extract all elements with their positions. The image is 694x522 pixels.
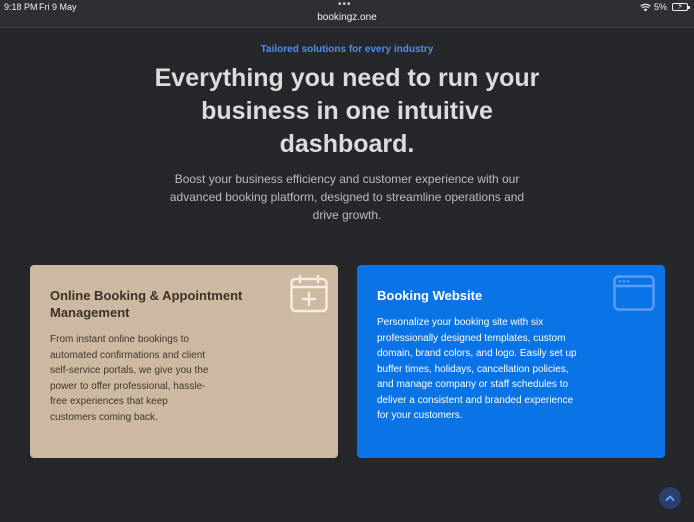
feature-card-title: Booking Website bbox=[377, 288, 483, 303]
address-bar-url[interactable]: bookingz.one bbox=[0, 12, 694, 23]
feature-card-body: Personalize your booking site with six p… bbox=[377, 317, 577, 421]
status-time: 9:18 PM bbox=[4, 2, 38, 12]
status-date: Fri 9 May bbox=[39, 2, 77, 12]
hero-headline: Everything you need to run your business… bbox=[154, 64, 540, 158]
scroll-to-top-button[interactable] bbox=[659, 487, 681, 509]
battery-percent: 5% bbox=[653, 2, 667, 12]
hero-eyebrow: Tailored solutions for every industry bbox=[260, 44, 434, 55]
status-indicators: 5% ⚡ bbox=[640, 1, 690, 12]
browser-window-icon bbox=[613, 275, 655, 311]
feature-card-title: Online Booking & Appointment Management bbox=[50, 288, 243, 320]
feature-card-body: From instant online bookings to automate… bbox=[50, 334, 209, 423]
hero-subtext: Boost your business efficiency and custo… bbox=[169, 172, 525, 222]
chevron-up-icon bbox=[665, 495, 675, 501]
wifi-icon bbox=[640, 3, 651, 11]
more-dots-icon[interactable]: ••• bbox=[338, 0, 352, 10]
browser-status-bar: 9:18 PM Fri 9 May ••• bookingz.one 5% ⚡ bbox=[0, 0, 694, 28]
battery-icon: ⚡ bbox=[672, 1, 690, 11]
calendar-plus-icon bbox=[290, 275, 328, 313]
feature-card-online-booking: Online Booking & Appointment Management … bbox=[30, 265, 338, 458]
feature-card-booking-website: Booking Website Personalize your booking… bbox=[357, 265, 665, 458]
